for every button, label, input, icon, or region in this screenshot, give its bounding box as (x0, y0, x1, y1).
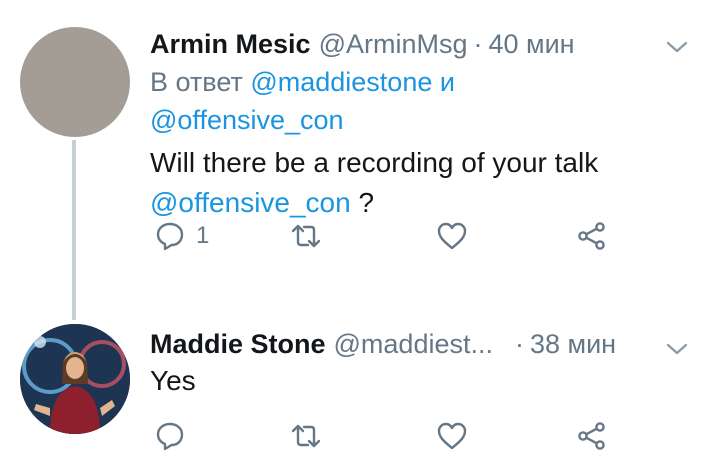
chevron-down-icon[interactable] (665, 337, 689, 361)
share-icon (578, 422, 605, 450)
reply-mention-link[interactable]: @maddiestone (250, 67, 432, 97)
reply-button[interactable] (154, 418, 186, 454)
author-handle[interactable]: @maddiest... (334, 327, 493, 361)
avatar-photo (20, 324, 130, 434)
author-name[interactable]: Maddie Stone (150, 327, 326, 361)
reply-prefix: В ответ (150, 67, 243, 97)
tweet-actions (150, 418, 689, 454)
thread-connector-line (72, 140, 76, 320)
author-handle[interactable]: @ArminMsg (319, 27, 468, 61)
share-button[interactable] (576, 418, 608, 454)
share-icon (578, 222, 605, 250)
tweet-content: Maddie Stone @maddiest... · 38 мин Yes (150, 327, 689, 401)
like-button[interactable] (436, 218, 468, 254)
tweet[interactable]: Armin Mesic @ArminMsg · 40 мин В ответ @… (0, 0, 709, 320)
tweet-text: Yes (150, 365, 196, 396)
like-icon (437, 222, 467, 250)
tweet-content: Armin Mesic @ArminMsg · 40 мин В ответ @… (150, 27, 689, 223)
separator-dot: · (514, 329, 524, 359)
retweet-icon (291, 224, 321, 248)
retweet-button[interactable] (290, 218, 322, 254)
tweet[interactable]: Maddie Stone @maddiest... · 38 мин Yes (0, 315, 709, 475)
tweet-header: Maddie Stone @maddiest... · 38 мин (150, 327, 689, 361)
avatar[interactable] (20, 27, 130, 137)
tweet-text-suffix: ? (350, 187, 375, 218)
text-mention-link[interactable]: @offensive_con (150, 187, 351, 218)
reply-mention-link[interactable]: @offensive_con (150, 105, 344, 135)
chevron-down-icon[interactable] (665, 35, 689, 59)
like-button[interactable] (436, 418, 468, 454)
reply-icon (156, 422, 184, 451)
tweet-text: Will there be a recording of your talk @… (150, 143, 689, 223)
reply-conjunction: и (439, 67, 455, 97)
reply-button[interactable]: 1 (154, 218, 209, 254)
tweet-text-line: Will there be a recording of your talk (150, 147, 599, 178)
reply-count: 1 (196, 222, 210, 249)
timestamp[interactable]: 40 мин (488, 27, 574, 61)
tweet-actions: 1 (150, 218, 689, 254)
author-name[interactable]: Armin Mesic (150, 27, 311, 61)
separator-dot: · (473, 29, 483, 59)
avatar[interactable] (20, 324, 130, 434)
like-icon (437, 422, 467, 450)
reply-context: В ответ @maddiestone и @offensive_con (150, 63, 689, 139)
retweet-button[interactable] (290, 418, 322, 454)
share-button[interactable] (576, 218, 608, 254)
retweet-icon (291, 424, 321, 448)
tweet-header: Armin Mesic @ArminMsg · 40 мин (150, 27, 689, 61)
reply-icon (156, 222, 184, 251)
timestamp[interactable]: 38 мин (530, 327, 616, 361)
